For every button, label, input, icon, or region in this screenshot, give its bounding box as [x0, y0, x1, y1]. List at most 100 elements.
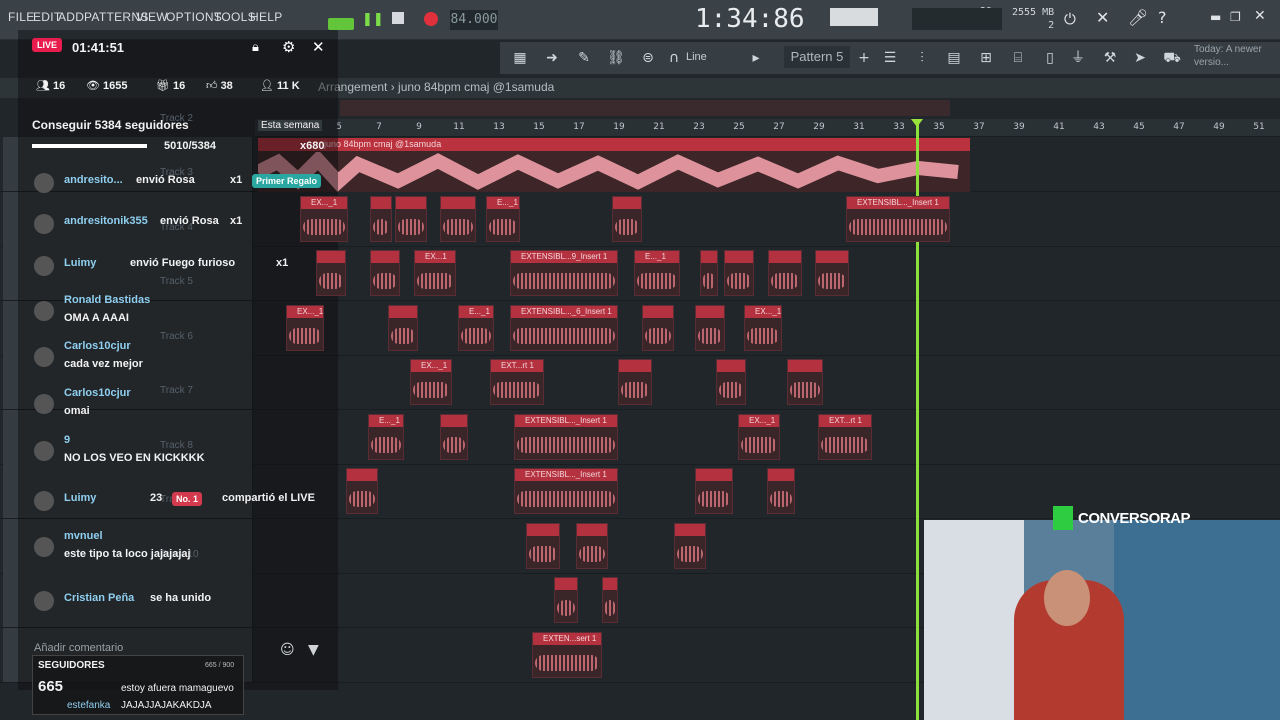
stop-button[interactable] [392, 12, 404, 24]
channel-rack-icon[interactable]: ⫶ [912, 48, 932, 68]
minimize-icon[interactable]: ▬ [1210, 10, 1221, 24]
chat-avatar[interactable] [34, 394, 54, 414]
audio-clip[interactable]: E..._1 [458, 304, 494, 351]
audio-clip[interactable]: EXTENSIBL..._Insert 1 [514, 413, 618, 460]
add-pattern-icon[interactable]: + [854, 48, 874, 68]
update-hint[interactable]: Today: A newer versio... [1194, 43, 1264, 69]
audio-clip[interactable]: EX..._1 [738, 413, 780, 460]
close-icon[interactable]: ✕ [1254, 8, 1266, 24]
audio-clip[interactable] [395, 195, 427, 242]
audio-clip[interactable] [815, 250, 849, 296]
audio-clip[interactable] [526, 522, 560, 569]
audio-clip[interactable] [787, 359, 823, 405]
comment-input[interactable]: Añadir comentario [34, 642, 123, 654]
audio-clip[interactable] [370, 195, 392, 242]
pencil-icon[interactable]: ✎ [574, 48, 594, 68]
audio-clip[interactable]: EX...1 [414, 250, 456, 296]
mic-icon[interactable]: 🎤︎ [1128, 8, 1148, 27]
arrow-right-icon[interactable]: ➜ [542, 48, 562, 68]
audio-clip[interactable]: EX..._1 [410, 359, 452, 405]
audio-clip[interactable] [674, 522, 706, 569]
snap-selector[interactable]: Line [686, 51, 707, 63]
audio-clip[interactable] [370, 250, 400, 296]
audio-clip[interactable] [346, 468, 378, 514]
gear-icon[interactable]: ⚙ [282, 38, 295, 56]
file-icon[interactable]: ▯ [1040, 48, 1060, 68]
audio-clip[interactable]: E..._1 [368, 413, 404, 460]
audio-clip[interactable] [695, 304, 725, 351]
pattern-selector[interactable]: Pattern 5 [784, 46, 850, 68]
audio-clip[interactable] [316, 250, 346, 296]
audio-clip[interactable]: EX..._1 [744, 304, 782, 351]
stamp-icon[interactable]: ⊜ [638, 48, 658, 68]
chat-avatar[interactable] [34, 491, 54, 511]
timeline-ruler[interactable]: 5 7 9 11 13 15 17 19 21 23 25 27 29 31 33 35 37 39 41 43 45 4… [255, 119, 1280, 137]
audio-clip[interactable] [768, 250, 802, 296]
audio-clip[interactable]: EXT...rt 1 [490, 359, 544, 405]
maximize-icon[interactable]: ❐ [1230, 10, 1241, 24]
magnet-icon[interactable]: ∩ [664, 48, 684, 68]
chat-avatar[interactable] [34, 591, 54, 611]
audio-clip[interactable]: EXTENSIBL..._Insert 1 [846, 195, 950, 242]
audio-clip[interactable] [700, 250, 718, 296]
chat-username[interactable]: Luimy [64, 492, 96, 504]
cart-icon[interactable]: ⛟ [1162, 48, 1182, 68]
chat-avatar[interactable] [34, 214, 54, 234]
chat-username[interactable]: andresitonik355 [64, 215, 148, 227]
audio-clip[interactable]: E..._1 [634, 250, 680, 296]
menu-file[interactable]: FILE [8, 10, 35, 24]
tempo-icon[interactable]: ⚒ [1100, 48, 1120, 68]
menu-view[interactable]: VIEW [136, 10, 168, 24]
audio-clip[interactable]: E..._1 [486, 195, 520, 242]
chat-avatar[interactable] [34, 301, 54, 321]
mixer-icon[interactable]: ⊞ [976, 48, 996, 68]
audio-clip[interactable] [695, 468, 733, 514]
audio-clip[interactable]: EXTEN...sert 1 [532, 631, 602, 678]
chat-avatar[interactable] [34, 173, 54, 193]
audio-clip[interactable]: EX..._1 [286, 304, 324, 351]
chat-username[interactable]: Carlos10cjur [64, 340, 131, 352]
piano-roll-icon[interactable]: ▤ [944, 48, 964, 68]
cpu-icon[interactable]: ⏻ [1064, 10, 1076, 28]
tempo-display[interactable]: 84.000 [450, 10, 498, 30]
audio-clip[interactable] [554, 577, 578, 623]
menu-add[interactable]: ADD [58, 10, 84, 24]
record-button[interactable] [424, 12, 438, 26]
close-tools-icon[interactable]: ✕ [1096, 8, 1109, 27]
menu-help[interactable]: HELP [250, 10, 283, 24]
audio-clip[interactable] [724, 250, 754, 296]
audio-clip[interactable] [642, 304, 674, 351]
chat-avatar[interactable] [34, 441, 54, 461]
touch-icon[interactable]: ➤ [1130, 48, 1150, 68]
chat-username[interactable]: mvnuel [64, 530, 103, 542]
audio-clip[interactable]: EXTENSIBL..._Insert 1 [514, 468, 618, 514]
audio-clip[interactable]: EXTENSIBL...9_Insert 1 [510, 250, 618, 296]
chat-avatar[interactable] [34, 256, 54, 276]
plugin-icon[interactable]: ⏚ [1068, 48, 1088, 68]
audio-clip[interactable] [618, 359, 652, 405]
chat-username[interactable]: Luimy [64, 257, 96, 269]
audio-clip[interactable] [767, 468, 795, 514]
audio-clip[interactable] [576, 522, 608, 569]
playhead-marker[interactable] [911, 119, 923, 127]
pause-button[interactable]: ❚❚ [362, 10, 384, 30]
chat-username[interactable]: Ronald Bastidas [64, 294, 150, 306]
piano-icon[interactable]: ▦ [510, 48, 530, 68]
audio-clip[interactable] [716, 359, 746, 405]
help-icon[interactable]: ? [1158, 8, 1167, 27]
lock-icon[interactable]: 🔒︎ [252, 40, 259, 55]
audio-clip[interactable]: EX..._1 [300, 195, 348, 242]
audio-clip[interactable]: EXTENSIBL..._6_Insert 1 [510, 304, 618, 351]
close-overlay-icon[interactable]: ✕ [312, 38, 325, 56]
filter-icon[interactable]: ▼ [308, 642, 319, 658]
browser-icon[interactable]: ⌸ [1008, 48, 1028, 68]
song-mode-toggle[interactable] [328, 18, 354, 30]
chat-avatar[interactable] [34, 347, 54, 367]
playlist-icon[interactable]: ☰ [880, 48, 900, 68]
chat-avatar[interactable] [34, 537, 54, 557]
audio-clip[interactable] [440, 413, 468, 460]
audio-clip[interactable] [388, 304, 418, 351]
chat-username[interactable]: 9 [64, 434, 70, 446]
audio-clip-track1[interactable]: juno 84bpm cmaj @1samuda [258, 138, 970, 192]
audio-clip[interactable] [602, 577, 618, 623]
